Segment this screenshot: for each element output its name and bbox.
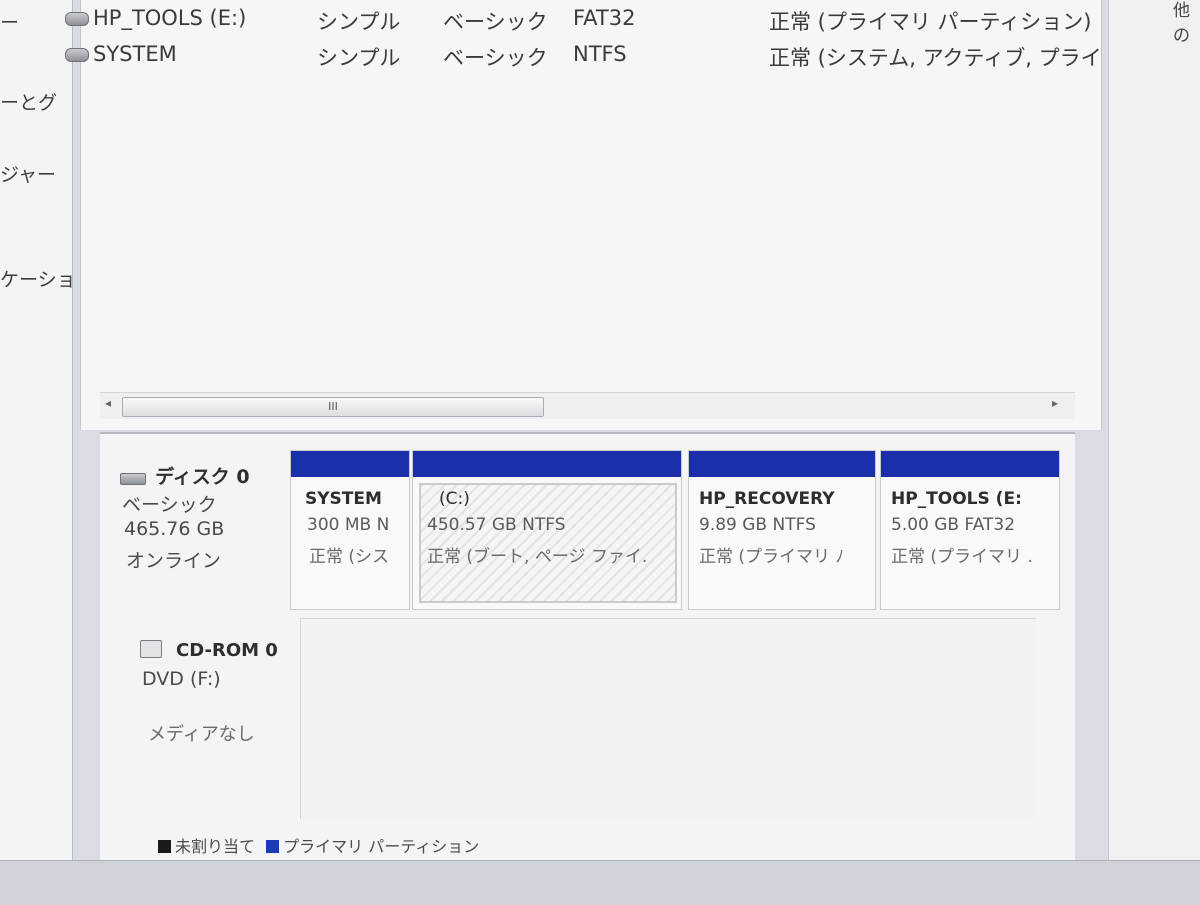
scrollbar-thumb[interactable]: III <box>122 397 544 417</box>
volume-status-cell: 正常 (プライマリ パーティション) <box>769 10 1092 34</box>
volume-name-cell: HP_TOOLS (E:) <box>65 6 246 30</box>
disk-size: 465.76 GB <box>124 518 225 540</box>
disk-type: DVD (F:) <box>142 668 221 690</box>
volume-list: HP_TOOLS (E:) シンプル ベーシック FAT32 正常 (プライマリ… <box>65 0 1102 430</box>
partition-size: 9.89 GB NTFS <box>699 515 816 535</box>
actions-pane: 他の <box>1108 0 1200 860</box>
drive-icon <box>65 48 89 62</box>
partition-bar <box>689 451 875 477</box>
scroll-right-arrow-icon[interactable]: ▸ <box>1052 396 1058 410</box>
nav-item[interactable]: ー <box>0 8 72 35</box>
partition-size: 300 MB N <box>307 515 390 535</box>
partition-size: 5.00 GB FAT32 <box>891 515 1016 535</box>
partition-bar <box>881 451 1059 477</box>
cdrom-media-area[interactable] <box>300 618 1036 819</box>
volume-type-cell: ベーシック <box>443 46 548 70</box>
partition-c[interactable]: (C:) 450.57 GB NTFS 正常 (ブート, ページ ファイ. <box>412 450 682 610</box>
partition-status: 正常 (ブート, ページ ファイ. <box>427 547 648 567</box>
nav-item[interactable]: ーとグ <box>0 88 72 115</box>
volume-layout-cell: シンプル <box>317 46 401 70</box>
status-bar <box>0 860 1200 905</box>
disk-icon <box>120 472 146 485</box>
volume-row[interactable]: HP_TOOLS (E:) シンプル ベーシック FAT32 正常 (プライマリ… <box>65 2 1092 36</box>
volume-fs-cell: NTFS <box>573 42 627 66</box>
legend-unallocated: 未割り当て <box>175 837 256 856</box>
cd-drive-icon <box>140 640 162 658</box>
volume-name-cell: SYSTEM <box>65 42 177 66</box>
partition-name: (C:) <box>439 489 470 509</box>
partition-bar <box>413 451 681 477</box>
disk-type: ベーシック <box>122 494 217 516</box>
partition-bar <box>291 451 409 477</box>
disk-state: メディアなし <box>148 724 255 745</box>
disk-title: ディスク 0 <box>155 466 250 488</box>
partition-status: 正常 (プライマリ ﾉ <box>699 547 844 567</box>
partition-status: 正常 (シス <box>309 547 390 567</box>
partition-hp-recovery[interactable]: HP_RECOVERY 9.89 GB NTFS 正常 (プライマリ ﾉ <box>688 450 876 610</box>
drive-icon <box>65 12 89 26</box>
disk-state: オンライン <box>126 550 222 572</box>
navigation-pane: ー ーとグ ジャー ケーショ <box>0 0 73 860</box>
unallocated-swatch <box>158 840 171 853</box>
corner-text: 他の <box>1173 1 1190 46</box>
partition-system[interactable]: SYSTEM 300 MB N 正常 (シス <box>290 450 410 610</box>
partition-hp-tools[interactable]: HP_TOOLS (E: 5.00 GB FAT32 正常 (プライマリ . <box>880 450 1060 610</box>
disk-title: CD-ROM 0 <box>176 640 278 661</box>
volume-type-cell: ベーシック <box>443 10 548 34</box>
scroll-left-arrow-icon[interactable]: ◂ <box>105 396 111 410</box>
legend-primary: プライマリ パーティション <box>283 837 480 856</box>
volume-fs-cell: FAT32 <box>573 6 636 30</box>
partition-name: HP_TOOLS (E: <box>891 489 1022 509</box>
horizontal-scrollbar[interactable]: ◂ III ▸ <box>100 392 1075 419</box>
volume-layout-cell: シンプル <box>317 10 401 34</box>
volume-row[interactable]: SYSTEM シンプル ベーシック NTFS 正常 (システム, アクティブ, … <box>65 38 1102 72</box>
partition-name: HP_RECOVERY <box>699 489 835 509</box>
nav-item[interactable]: ケーショ <box>0 265 72 292</box>
partition-size: 450.57 GB NTFS <box>427 515 566 535</box>
primary-swatch <box>266 840 280 853</box>
legend: 未割り当て プライマリ パーティション <box>158 833 479 857</box>
volume-status-cell: 正常 (システム, アクティブ, プライ <box>769 46 1102 70</box>
partition-status: 正常 (プライマリ . <box>891 547 1033 567</box>
disk-0-header[interactable]: ディスク 0 <box>120 462 250 489</box>
partition-name: SYSTEM <box>305 489 382 509</box>
nav-item[interactable]: ジャー <box>0 160 72 187</box>
